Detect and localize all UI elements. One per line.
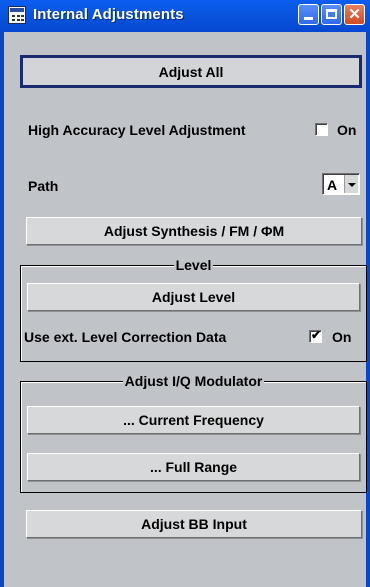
- high-accuracy-label: High Accuracy Level Adjustment: [28, 122, 246, 138]
- chevron-down-icon[interactable]: [344, 175, 358, 193]
- minimize-button[interactable]: [298, 4, 319, 25]
- window-title: Internal Adjustments: [33, 6, 184, 23]
- maximize-button[interactable]: [321, 4, 342, 25]
- full-range-button[interactable]: ... Full Range: [27, 453, 360, 481]
- path-value: A: [327, 177, 338, 193]
- close-button[interactable]: ✕: [344, 4, 365, 25]
- maximize-icon: [326, 9, 337, 19]
- iq-modulator-group: Adjust I/Q Modulator ... Current Frequen…: [20, 373, 367, 493]
- adjust-synthesis-button[interactable]: Adjust Synthesis / FM / ΦM: [26, 217, 362, 245]
- adjust-level-button[interactable]: Adjust Level: [27, 283, 360, 311]
- level-group: Level Adjust Level Use ext. Level Correc…: [20, 257, 367, 362]
- path-select[interactable]: A: [322, 173, 360, 195]
- calendar-icon: [8, 6, 26, 24]
- checkmark-icon: ✔: [311, 328, 322, 342]
- adjust-bb-input-button[interactable]: Adjust BB Input: [26, 510, 362, 538]
- internal-adjustments-window: Internal Adjustments ✕ Adjust All High A…: [0, 0, 370, 587]
- adjust-all-button[interactable]: Adjust All: [20, 55, 362, 88]
- minimize-icon: [304, 17, 313, 20]
- close-icon: ✕: [348, 6, 361, 23]
- current-frequency-button[interactable]: ... Current Frequency: [27, 406, 360, 434]
- iq-modulator-group-title: Adjust I/Q Modulator: [122, 373, 265, 389]
- adjustments-panel: Adjust All High Accuracy Level Adjustmen…: [4, 32, 367, 587]
- ext-level-correction-label: Use ext. Level Correction Data: [24, 329, 227, 345]
- title-bar[interactable]: Internal Adjustments ✕: [0, 0, 370, 32]
- high-accuracy-on-label: On: [337, 122, 357, 138]
- path-label: Path: [28, 178, 59, 194]
- ext-level-correction-checkbox[interactable]: ✔: [309, 328, 322, 343]
- level-group-title: Level: [173, 257, 214, 273]
- high-accuracy-checkbox[interactable]: [315, 123, 328, 136]
- ext-level-correction-on-label: On: [332, 329, 352, 345]
